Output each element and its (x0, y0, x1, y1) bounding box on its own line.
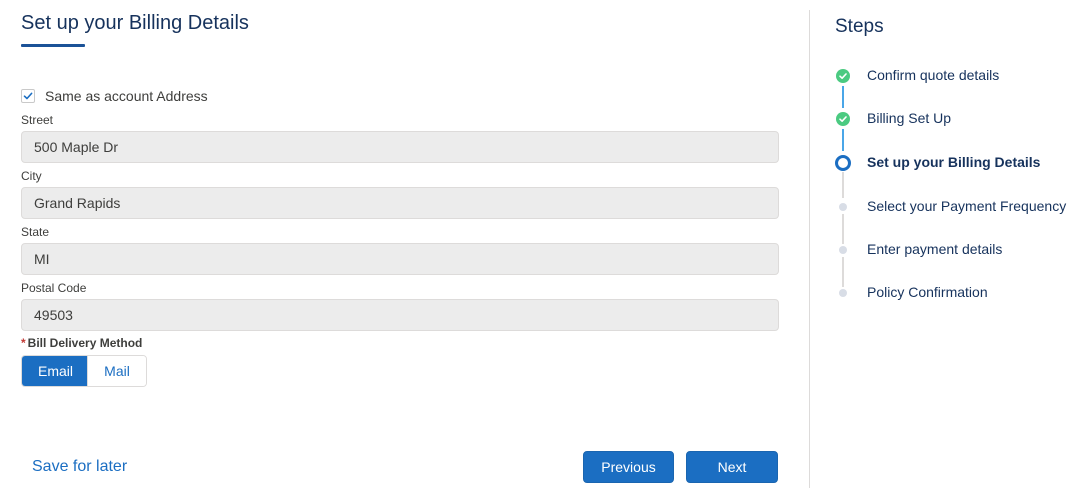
step-item-billing-setup[interactable]: Billing Set Up (867, 110, 951, 126)
next-button[interactable]: Next (686, 451, 778, 483)
step-complete-icon (836, 112, 850, 131)
street-label: Street (21, 113, 54, 127)
step-active-icon (835, 155, 851, 176)
step-pending-icon (839, 203, 847, 211)
bill-delivery-toggle: Email Mail (21, 355, 147, 387)
same-as-account-label: Same as account Address (45, 88, 208, 104)
step-item-payment-frequency[interactable]: Select your Payment Frequency (867, 198, 1066, 214)
previous-button[interactable]: Previous (583, 451, 674, 483)
step-complete-icon (836, 69, 850, 88)
step-item-policy-confirmation[interactable]: Policy Confirmation (867, 284, 988, 300)
save-for-later-link[interactable]: Save for later (32, 458, 127, 476)
same-as-account-row[interactable]: Same as account Address (21, 88, 208, 104)
street-field[interactable]: 500 Maple Dr (21, 131, 779, 163)
steps-title: Steps (835, 16, 884, 37)
state-field[interactable]: MI (21, 243, 779, 275)
bill-delivery-label-text: Bill Delivery Method (27, 336, 143, 350)
bill-delivery-label: * Bill Delivery Method (21, 336, 142, 350)
step-connector (842, 214, 844, 244)
step-item-payment-details[interactable]: Enter payment details (867, 241, 1002, 257)
city-label: City (21, 169, 42, 183)
billing-form: Set up your Billing Details Same as acco… (0, 0, 810, 495)
page-title: Set up your Billing Details (21, 12, 249, 34)
step-item-billing-details[interactable]: Set up your Billing Details (867, 154, 1040, 170)
title-underline (21, 44, 85, 47)
checkmark-icon (23, 92, 33, 100)
required-marker: * (21, 336, 26, 350)
steps-panel: Steps Confirm quote details Billing Set … (810, 0, 1071, 495)
city-field[interactable]: Grand Rapids (21, 187, 779, 219)
mail-option-button[interactable]: Mail (88, 356, 146, 386)
postal-code-field[interactable]: 49503 (21, 299, 779, 331)
same-as-account-checkbox[interactable] (21, 89, 35, 103)
step-connector (842, 129, 844, 151)
step-pending-icon (839, 289, 847, 297)
postal-code-label: Postal Code (21, 281, 87, 295)
step-item-confirm-quote[interactable]: Confirm quote details (867, 67, 999, 83)
step-pending-icon (839, 246, 847, 254)
email-option-button[interactable]: Email (22, 356, 88, 386)
step-connector (842, 257, 844, 287)
state-label: State (21, 225, 50, 239)
step-connector (842, 86, 844, 108)
